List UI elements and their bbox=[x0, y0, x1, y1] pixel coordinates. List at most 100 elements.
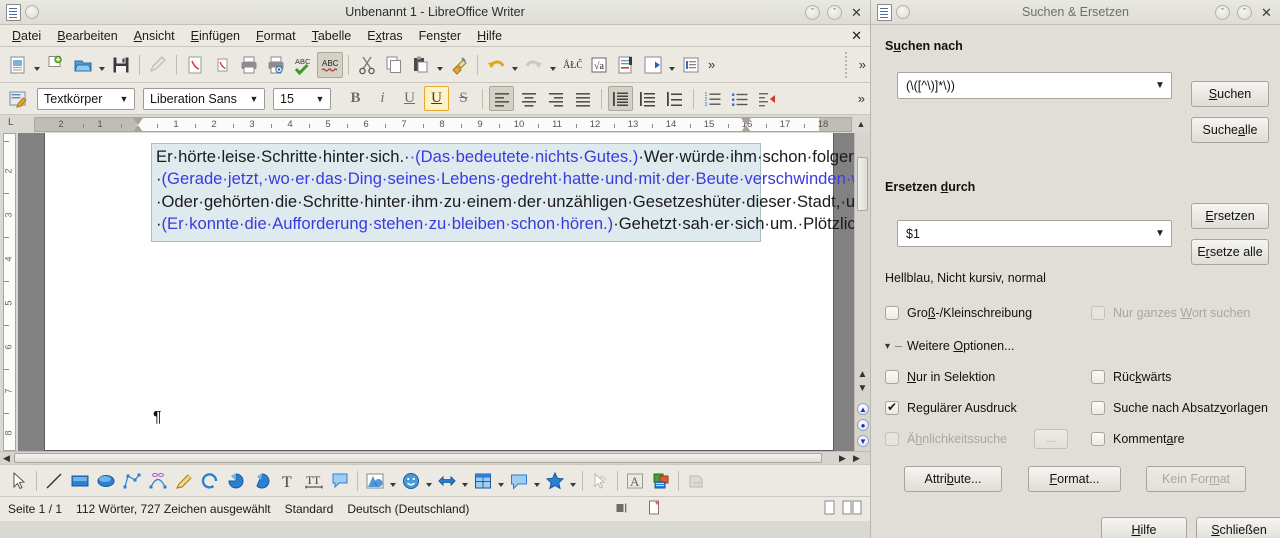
attributes-button[interactable]: Attri b ute... bbox=[904, 466, 1002, 492]
new-document-icon[interactable] bbox=[5, 52, 31, 78]
clone-formatting-icon[interactable] bbox=[446, 52, 472, 78]
extrusion-icon[interactable] bbox=[683, 468, 709, 494]
next-page-button[interactable]: ▼ bbox=[857, 435, 869, 447]
only-selection-checkbox[interactable]: Nur in Selektion bbox=[885, 370, 995, 384]
freeform-line-icon[interactable] bbox=[171, 468, 197, 494]
menu-hilfe[interactable]: Hilfe bbox=[469, 27, 510, 45]
scroll-right-arrow[interactable]: ▶ bbox=[836, 453, 849, 464]
regular-expressions-checkbox[interactable]: Regulärer Ausdruck bbox=[885, 400, 1017, 415]
horizontal-scrollbar[interactable]: ◀ ▶ ▶ bbox=[0, 451, 870, 464]
cut-icon[interactable] bbox=[354, 52, 380, 78]
format-toolbar-overflow-icon[interactable]: » bbox=[855, 91, 866, 106]
arc-icon[interactable] bbox=[197, 468, 223, 494]
print-icon[interactable] bbox=[236, 52, 262, 78]
menu-ansicht[interactable]: Ansicht bbox=[126, 27, 183, 45]
menu-fenster[interactable]: Fenster bbox=[411, 27, 469, 45]
checkbox-box[interactable] bbox=[1091, 432, 1105, 446]
chevron-down-icon[interactable]: ▼ bbox=[312, 94, 328, 104]
symbol-shapes-icon[interactable] bbox=[398, 468, 424, 494]
search-button[interactable]: Suchen bbox=[1191, 81, 1269, 107]
chevron-down-icon[interactable]: ▼ bbox=[246, 94, 262, 104]
rectangle-icon[interactable] bbox=[67, 468, 93, 494]
ellipse-icon[interactable] bbox=[93, 468, 119, 494]
circle-pie-icon[interactable] bbox=[223, 468, 249, 494]
chevron-down-icon[interactable]: ▼ bbox=[116, 94, 132, 104]
maximize-button[interactable]: ˆ bbox=[827, 5, 842, 20]
selection-mode-icon[interactable] bbox=[615, 501, 629, 518]
checkbox-box[interactable] bbox=[885, 400, 899, 415]
insert-textbox-icon[interactable] bbox=[678, 52, 704, 78]
help-button[interactable]: Hilfe bbox=[1101, 517, 1187, 538]
line-spacing-2-button[interactable] bbox=[662, 86, 687, 111]
ordered-list-button[interactable]: 123 bbox=[700, 86, 725, 111]
open-document-icon[interactable] bbox=[43, 52, 69, 78]
ruler-right-indent-marker[interactable] bbox=[741, 118, 752, 131]
basic-shapes-icon[interactable] bbox=[362, 468, 388, 494]
status-page[interactable]: Seite 1 / 1 bbox=[8, 502, 62, 516]
hscrollbar-thumb[interactable] bbox=[14, 453, 822, 463]
chevron-down-icon[interactable]: ▾ bbox=[885, 341, 890, 352]
replace-button[interactable]: Ersetzen bbox=[1191, 203, 1269, 229]
open-folder-icon[interactable] bbox=[70, 52, 96, 78]
print-preview-icon[interactable] bbox=[263, 52, 289, 78]
paste-dropdown[interactable] bbox=[435, 52, 445, 78]
formula-icon[interactable]: √a bbox=[586, 52, 612, 78]
edit-mode-icon[interactable] bbox=[145, 52, 171, 78]
checkbox-box[interactable] bbox=[1091, 401, 1105, 415]
arrow-shapes-dropdown[interactable] bbox=[460, 468, 470, 494]
double-underline-button[interactable]: U bbox=[424, 86, 449, 111]
text-box-icon[interactable]: T bbox=[275, 468, 301, 494]
decrease-indent-button[interactable] bbox=[754, 86, 779, 111]
menu-extras[interactable]: Extras bbox=[359, 27, 410, 45]
line-spacing-1-button[interactable] bbox=[608, 86, 633, 111]
paragraph-style-icon[interactable] bbox=[5, 86, 31, 112]
spelling-autocheck-icon[interactable]: ABC bbox=[290, 52, 316, 78]
ruler-strip[interactable]: 2 1 1 2 3 4 5 6 7 8 9 10 11 12 13 14 15 … bbox=[34, 117, 852, 132]
dialog-close-button[interactable]: ✕ bbox=[1259, 5, 1274, 20]
formatting-marks-icon[interactable]: ÅŁČ bbox=[559, 52, 585, 78]
search-input[interactable]: (\([^\)]*\)) ▼ bbox=[897, 72, 1172, 99]
vertical-scrollbar[interactable]: ▲ ▼ ▲ ● ▼ bbox=[854, 133, 870, 451]
scroll-right-arrow-2[interactable]: ▶ bbox=[850, 453, 863, 464]
search-all-button[interactable]: Suche a lle bbox=[1191, 117, 1269, 143]
open-dropdown[interactable] bbox=[97, 52, 107, 78]
scroll-left-arrow[interactable]: ◀ bbox=[0, 453, 13, 464]
bold-button[interactable]: B bbox=[343, 86, 368, 111]
from-file-icon[interactable] bbox=[648, 468, 674, 494]
status-page-style[interactable]: Standard bbox=[285, 502, 334, 516]
vertical-text-icon[interactable]: TT bbox=[301, 468, 327, 494]
unordered-list-button[interactable] bbox=[727, 86, 752, 111]
close-button[interactable]: Schließen bbox=[1196, 517, 1280, 538]
fontwork-icon[interactable]: A bbox=[622, 468, 648, 494]
basic-shapes-dropdown[interactable] bbox=[388, 468, 398, 494]
underline-button[interactable]: U bbox=[397, 86, 422, 111]
insert-field-icon[interactable] bbox=[613, 52, 639, 78]
redo-icon[interactable] bbox=[521, 52, 547, 78]
match-case-checkbox[interactable]: Groß-/Kleinschreibung bbox=[885, 306, 1032, 320]
chevron-down-icon[interactable]: ▼ bbox=[1151, 80, 1169, 91]
scroll-up-arrow[interactable]: ▲ bbox=[855, 369, 870, 383]
export-pdf-direct-icon[interactable] bbox=[209, 52, 235, 78]
replace-input[interactable]: $1 ▼ bbox=[897, 220, 1172, 247]
font-size-combo[interactable]: 15 ▼ bbox=[273, 87, 331, 110]
circle-segment-icon[interactable] bbox=[249, 468, 275, 494]
checkbox-box[interactable] bbox=[885, 306, 899, 320]
paragraph-style-combo[interactable]: Textkörper ▼ bbox=[37, 87, 135, 110]
dialog-minimize-button[interactable]: ˇ bbox=[1215, 5, 1230, 20]
scroll-up-arrow[interactable]: ▲ bbox=[852, 115, 870, 133]
menu-datei[interactable]: Datei bbox=[4, 27, 49, 45]
close-button[interactable]: ✕ bbox=[849, 5, 864, 20]
vertical-ruler[interactable]: 2 3 4 5 6 7 8 bbox=[0, 133, 18, 451]
line-spacing-15-button[interactable] bbox=[635, 86, 660, 111]
replace-all-button[interactable]: Er setze alle bbox=[1191, 239, 1269, 265]
checkbox-box[interactable] bbox=[885, 370, 899, 384]
redo-dropdown[interactable] bbox=[548, 52, 558, 78]
points-icon[interactable] bbox=[587, 468, 613, 494]
menu-tabelle[interactable]: Tabelle bbox=[304, 27, 360, 45]
selected-paragraph[interactable]: Er·hörte·leise·Schritte·hinter·sich.··(D… bbox=[151, 143, 870, 243]
new-document-dropdown[interactable] bbox=[32, 52, 42, 78]
menu-bearbeiten[interactable]: Bearbeiten bbox=[49, 27, 125, 45]
save-icon[interactable] bbox=[108, 52, 134, 78]
curve-icon[interactable] bbox=[145, 468, 171, 494]
export-pdf-icon[interactable] bbox=[182, 52, 208, 78]
